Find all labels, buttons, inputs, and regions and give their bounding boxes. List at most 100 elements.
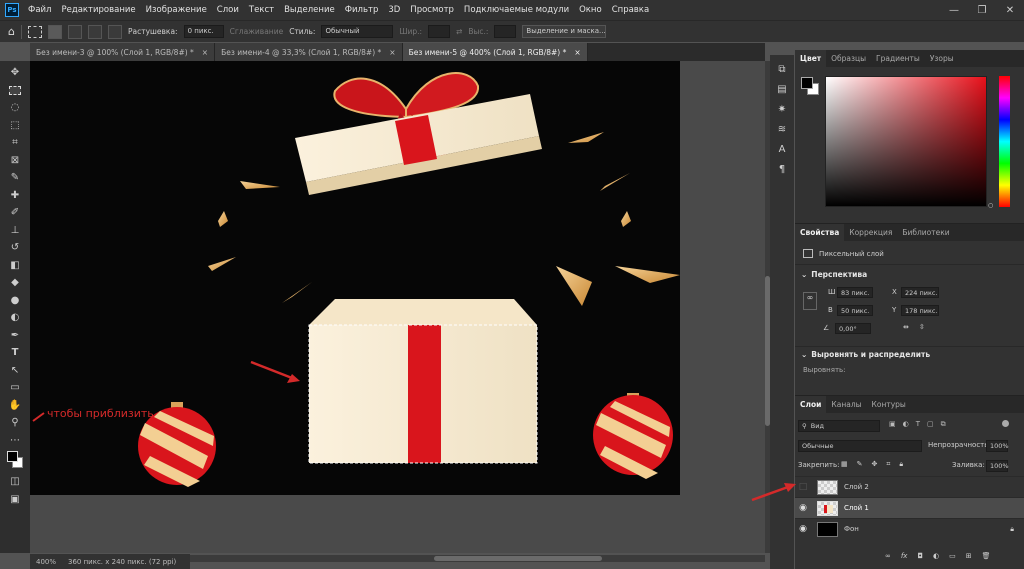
document-tab[interactable]: Без имени-3 @ 100% (Слой 1, RGB/8#) * × bbox=[30, 43, 216, 61]
layer-row-fon[interactable]: ◉ Фон 🔒︎ bbox=[795, 518, 1024, 539]
style-select[interactable]: Обычный bbox=[321, 25, 394, 38]
intersect-selection-button[interactable] bbox=[107, 24, 122, 39]
fill-input[interactable]: 100% bbox=[986, 460, 1009, 472]
clone-stamp-tool-icon[interactable]: ⊥ bbox=[5, 222, 25, 240]
opacity-input[interactable]: 100% bbox=[986, 440, 1009, 452]
flip-vertical-icon[interactable]: ⇳ bbox=[919, 323, 925, 331]
paragraph-panel-icon[interactable]: ¶ bbox=[774, 159, 790, 179]
maximize-button[interactable]: ❐ bbox=[968, 5, 996, 16]
mask-icon[interactable]: ◘ bbox=[917, 552, 923, 560]
add-selection-button[interactable] bbox=[67, 24, 82, 39]
filter-smart-icon[interactable]: ⧉ bbox=[941, 420, 946, 429]
filter-type-icon[interactable]: T bbox=[916, 420, 920, 429]
width-field[interactable]: 83 пикс. bbox=[837, 287, 873, 298]
character-panel-icon[interactable]: A bbox=[774, 139, 790, 159]
zoom-level[interactable]: 400% bbox=[36, 558, 56, 566]
panel-tab[interactable]: Узоры bbox=[925, 50, 959, 67]
quick-mask-icon[interactable]: ◫ bbox=[5, 473, 25, 491]
color-swatches-icon[interactable] bbox=[5, 449, 25, 473]
align-section-header[interactable]: ⌄ Выровнять и распределить bbox=[801, 350, 930, 359]
document-tab[interactable]: Без имени-4 @ 33,3% (Слой 1, RGB/8#) * × bbox=[215, 43, 403, 61]
x-field[interactable]: 224 пикс. bbox=[901, 287, 939, 298]
menu-item[interactable]: 3D bbox=[383, 5, 405, 15]
marquee-tool-icon[interactable] bbox=[5, 82, 25, 100]
menu-item[interactable]: Справка bbox=[607, 5, 654, 15]
hand-tool-icon[interactable]: ✋ bbox=[5, 397, 25, 415]
tab-close-icon[interactable]: × bbox=[389, 48, 395, 57]
pen-tool-icon[interactable]: ✒ bbox=[5, 327, 25, 345]
close-window-button[interactable]: ✕ bbox=[996, 5, 1024, 16]
hue-slider[interactable] bbox=[999, 76, 1010, 207]
angle-field[interactable]: 0,00° bbox=[835, 323, 871, 334]
tab-close-icon[interactable]: × bbox=[202, 48, 208, 57]
select-mask-button[interactable]: Выделение и маска... bbox=[522, 25, 607, 38]
filter-pixel-icon[interactable]: ▣ bbox=[889, 420, 896, 429]
feather-input[interactable]: 0 пикс. bbox=[183, 25, 224, 38]
color-picker-field[interactable] bbox=[825, 76, 987, 207]
blur-tool-icon[interactable]: ● bbox=[5, 292, 25, 310]
path-selection-tool-icon[interactable]: ↖ bbox=[5, 362, 25, 380]
new-selection-button[interactable] bbox=[47, 24, 62, 39]
panel-tab[interactable]: Слои bbox=[795, 396, 827, 413]
eraser-tool-icon[interactable]: ◧ bbox=[5, 257, 25, 275]
menu-item[interactable]: Окно bbox=[574, 5, 607, 15]
lock-all-icon[interactable]: 🔒︎ bbox=[899, 460, 903, 469]
subtract-selection-button[interactable] bbox=[87, 24, 102, 39]
menu-item[interactable]: Изображение bbox=[141, 5, 212, 15]
filter-toggle-icon[interactable] bbox=[1002, 420, 1009, 427]
screen-mode-icon[interactable]: ▣ bbox=[5, 491, 25, 509]
history-brush-tool-icon[interactable]: ↺ bbox=[5, 239, 25, 257]
panel-tab[interactable]: Каналы bbox=[826, 396, 866, 413]
menu-item[interactable]: Выделение bbox=[279, 5, 340, 15]
layer-row-sloy1[interactable]: ◉ Слой 1 bbox=[795, 497, 1024, 518]
height-field[interactable]: 50 пикс. bbox=[837, 305, 873, 316]
link-icon[interactable]: ∞ bbox=[885, 552, 891, 560]
canvas-area[interactable]: чтобы приблизить bbox=[30, 61, 765, 553]
width-input[interactable] bbox=[428, 25, 451, 38]
brush-tool-icon[interactable]: ✐ bbox=[5, 204, 25, 222]
layer-name[interactable]: Слой 2 bbox=[844, 483, 869, 491]
panel-tab[interactable]: Образцы bbox=[826, 50, 871, 67]
antialias-checkbox[interactable]: Сглаживание bbox=[230, 27, 284, 36]
layer-row-sloy2[interactable]: □ Слой 2 bbox=[795, 476, 1024, 497]
foreground-color-swatch[interactable] bbox=[801, 77, 813, 89]
layer-name[interactable]: Фон bbox=[844, 525, 859, 533]
horizontal-scrollbar[interactable] bbox=[190, 555, 765, 562]
frame-tool-icon[interactable]: ⊠ bbox=[5, 152, 25, 170]
zoom-tool-icon[interactable]: ⚲ bbox=[5, 414, 25, 432]
lock-position-icon[interactable]: ✥ bbox=[872, 460, 878, 469]
brush-settings-panel-icon[interactable]: ✷ bbox=[774, 99, 790, 119]
menu-item[interactable]: Подключаемые модули bbox=[459, 5, 574, 15]
rectangle-tool-icon[interactable]: ▭ bbox=[5, 379, 25, 397]
healing-brush-tool-icon[interactable]: ✚ bbox=[5, 187, 25, 205]
layer-name[interactable]: Слой 1 bbox=[844, 504, 869, 512]
menu-item[interactable]: Редактирование bbox=[56, 5, 140, 15]
move-tool-icon[interactable]: ✥ bbox=[5, 64, 25, 82]
panel-tab[interactable]: Коррекция bbox=[844, 224, 897, 241]
panel-tab[interactable]: Свойства bbox=[795, 224, 845, 241]
lock-artboard-icon[interactable]: ⌗ bbox=[886, 460, 890, 469]
panel-tab[interactable]: Библиотеки bbox=[897, 224, 954, 241]
menu-item[interactable]: Текст bbox=[244, 5, 279, 15]
trash-icon[interactable]: 🗑︎ bbox=[982, 552, 991, 560]
filter-adjustment-icon[interactable]: ◐ bbox=[903, 420, 909, 429]
object-select-tool-icon[interactable]: ⬚ bbox=[5, 117, 25, 135]
transform-section-header[interactable]: ⌄ Перспектива bbox=[801, 270, 867, 279]
blend-mode-select[interactable]: Обычные bbox=[798, 440, 922, 452]
swap-icon[interactable]: ⇄ bbox=[456, 27, 462, 36]
height-input[interactable] bbox=[494, 25, 517, 38]
layer-filter-select[interactable]: ⚲ Вид bbox=[798, 420, 880, 432]
menu-item[interactable]: Просмотр bbox=[405, 5, 459, 15]
y-field[interactable]: 178 пикс. bbox=[901, 305, 939, 316]
lock-image-icon[interactable]: ✎ bbox=[857, 460, 863, 469]
menu-item[interactable]: Файл bbox=[23, 5, 56, 15]
lasso-tool-icon[interactable]: ◌ bbox=[5, 99, 25, 117]
minimize-button[interactable]: — bbox=[940, 5, 968, 16]
lock-transparent-icon[interactable]: ▦ bbox=[841, 460, 848, 469]
panel-tab[interactable]: Контуры bbox=[867, 396, 911, 413]
filter-shape-icon[interactable]: ▢ bbox=[927, 420, 934, 429]
history-panel-icon[interactable]: ⧉ bbox=[774, 59, 790, 79]
panel-tab[interactable]: Цвет bbox=[795, 50, 827, 67]
dodge-tool-icon[interactable]: ◐ bbox=[5, 309, 25, 327]
document-tab[interactable]: Без имени-5 @ 400% (Слой 1, RGB/8#) * × bbox=[402, 43, 588, 61]
